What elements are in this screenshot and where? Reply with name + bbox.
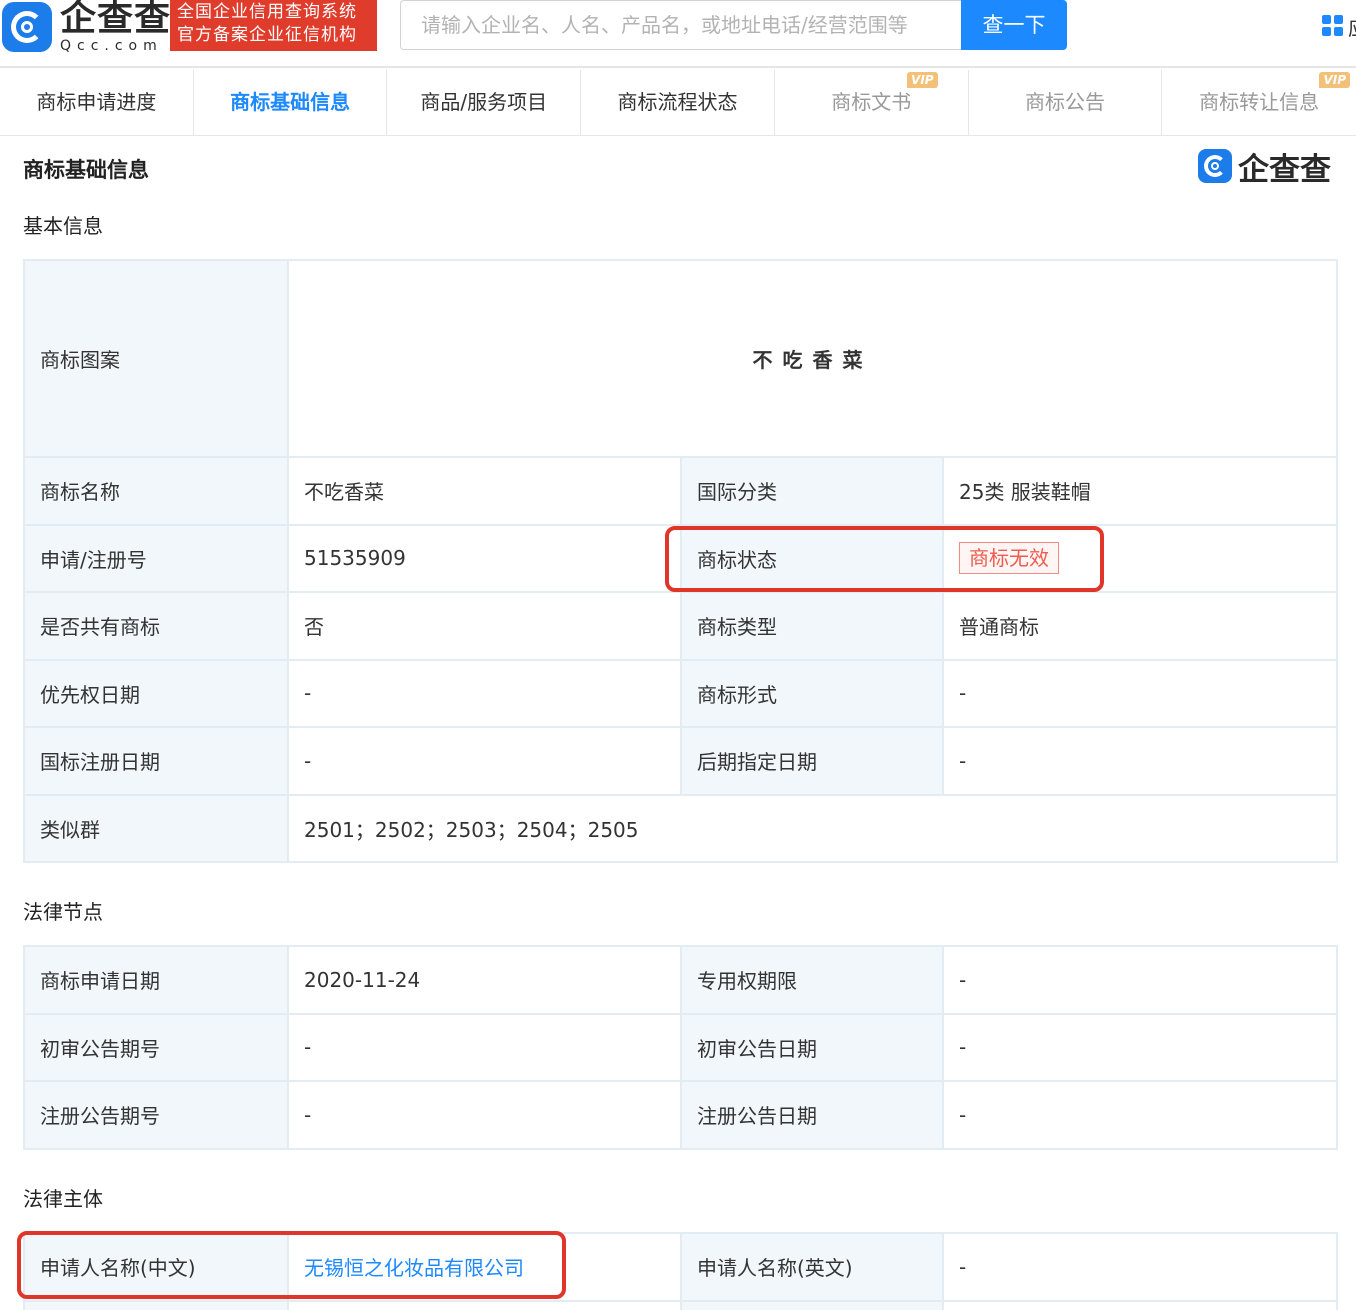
- tab-announcements[interactable]: 商标公告: [969, 70, 1163, 136]
- cell-label: 注册公告日期: [680, 1080, 944, 1150]
- cell-value: -: [942, 1232, 1338, 1302]
- vip-badge: VIP: [907, 72, 938, 88]
- cell-label: 类似群: [23, 793, 289, 863]
- table-row: 注册公告期号 - 注册公告日期 -: [23, 1080, 1338, 1150]
- legal-nodes-table: 商标申请日期 2020-11-24 专用权期限 - 初审公告期号 - 初审公告日…: [23, 945, 1338, 1150]
- tab-label: 商标转让信息: [1199, 90, 1320, 114]
- cell-label: [680, 1299, 944, 1310]
- cell-label: 商标形式: [680, 658, 944, 728]
- cell-label: 后期指定日期: [680, 726, 944, 796]
- cell-value: -: [287, 726, 682, 796]
- table-row: 商标名称 不吃香菜 国际分类 25类 服装鞋帽: [23, 456, 1339, 526]
- cell-value: -: [942, 1012, 1338, 1082]
- table-row: 是否共有商标 否 商标类型 普通商标: [23, 591, 1339, 661]
- cell-value: [942, 1299, 1338, 1310]
- cell-label: 初审公告期号: [23, 1012, 289, 1082]
- top-header: 企查查 Qcc.com 全国企业信用查询系统 官方备案企业征信机构 请输入企业名…: [0, 0, 1356, 68]
- cell-label: 国标注册日期: [23, 726, 289, 796]
- cell-label: 注册公告期号: [23, 1080, 289, 1150]
- table-row: 国标注册日期 - 后期指定日期 -: [23, 726, 1339, 796]
- page-title: 商标基础信息: [23, 158, 149, 182]
- tab-application-progress[interactable]: 商标申请进度: [0, 70, 194, 136]
- cell-value: [287, 1299, 682, 1310]
- qcc-logo[interactable]: 企查查 Qcc.com: [0, 0, 171, 54]
- applicant-highlight-box: [17, 1231, 566, 1299]
- cell-value: 51535909: [287, 523, 682, 593]
- tab-goods-services[interactable]: 商品/服务项目: [387, 70, 582, 136]
- tab-label: 商标流程状态: [617, 90, 738, 114]
- cell-value: 否: [287, 591, 682, 661]
- cell-label: 申请/注册号: [23, 523, 289, 593]
- table-row: 商标图案 不吃香菜: [23, 259, 1339, 458]
- apps-grid-icon[interactable]: [1322, 15, 1344, 37]
- cell-value: 25类 服装鞋帽: [941, 456, 1339, 526]
- search-button[interactable]: 查一下: [961, 0, 1067, 50]
- badge-line-1: 全国企业信用查询系统: [177, 2, 357, 22]
- tab-label: 商标申请进度: [36, 90, 157, 114]
- qcc-brand-watermark: 企查查: [1198, 148, 1331, 188]
- cell-label: 是否共有商标: [23, 591, 289, 661]
- cell-value: -: [287, 658, 682, 728]
- table-row: 类似群 2501；2502；2503；2504；2505: [23, 793, 1339, 863]
- tab-basic-info[interactable]: 商标基础信息: [194, 70, 388, 136]
- trademark-image-label: 商标图案: [23, 259, 289, 458]
- cell-label: 商标类型: [680, 591, 944, 661]
- tab-transfer-info[interactable]: 商标转让信息 VIP: [1162, 70, 1356, 136]
- badge-line-2: 官方备案企业征信机构: [177, 25, 357, 45]
- trademark-tabs: 商标申请进度 商标基础信息 商品/服务项目 商标流程状态 商标文书 VIP 商标公…: [0, 70, 1356, 136]
- table-row: 商标申请日期 2020-11-24 专用权期限 -: [23, 945, 1338, 1015]
- cell-value: -: [942, 945, 1338, 1015]
- cell-label: 初审公告日期: [680, 1012, 944, 1082]
- logo-en-text: Qcc.com: [60, 38, 163, 54]
- tab-process-status[interactable]: 商标流程状态: [581, 70, 775, 136]
- similar-groups-value: 2501；2502；2503；2504；2505: [286, 793, 1339, 863]
- tab-documents[interactable]: 商标文书 VIP: [775, 70, 969, 136]
- search-input[interactable]: 请输入企业名、人名、产品名，或地址电话/经营范围等: [400, 0, 962, 50]
- table-row: 优先权日期 - 商标形式 -: [23, 658, 1339, 728]
- cell-value: 普通商标: [941, 591, 1339, 661]
- cell-label: 商标申请日期: [23, 945, 289, 1015]
- legal-nodes-title: 法律节点: [23, 900, 103, 924]
- cell-label: 专用权期限: [680, 945, 944, 1015]
- table-row: [23, 1299, 1338, 1310]
- cell-label: 优先权日期: [23, 658, 289, 728]
- tab-label: 商标基础信息: [230, 90, 351, 114]
- logo-cn-text: 企查查: [60, 0, 172, 39]
- cell-value: -: [941, 658, 1339, 728]
- cell-value: -: [941, 726, 1339, 796]
- cell-label: 国际分类: [680, 456, 944, 526]
- tab-label: 商品/服务项目: [420, 90, 548, 114]
- qcc-logo-icon: [2, 2, 52, 52]
- header-cut-text[interactable]: 应: [1348, 12, 1356, 41]
- tab-label: 商标公告: [1024, 90, 1105, 114]
- cell-value: 2020-11-24: [287, 945, 682, 1015]
- cell-value: 不吃香菜: [287, 456, 682, 526]
- status-highlight-box: [665, 526, 1104, 592]
- cell-label: 申请人名称(英文): [680, 1232, 944, 1302]
- legal-subject-title: 法律主体: [23, 1187, 103, 1211]
- cell-value: -: [287, 1080, 682, 1150]
- cell-label: [23, 1299, 289, 1310]
- table-row: 初审公告期号 - 初审公告日期 -: [23, 1012, 1338, 1082]
- basic-info-title: 基本信息: [23, 214, 103, 238]
- tab-label: 商标文书: [831, 90, 912, 114]
- qcc-logo-icon: [1198, 149, 1232, 183]
- cell-label: 商标名称: [23, 456, 289, 526]
- brand-text: 企查查: [1238, 151, 1331, 188]
- official-record-badge: 全国企业信用查询系统 官方备案企业征信机构: [170, 0, 377, 51]
- vip-badge: VIP: [1319, 72, 1351, 88]
- cell-value: -: [942, 1080, 1338, 1150]
- cell-value: -: [287, 1012, 682, 1082]
- trademark-image: 不吃香菜: [286, 259, 1339, 458]
